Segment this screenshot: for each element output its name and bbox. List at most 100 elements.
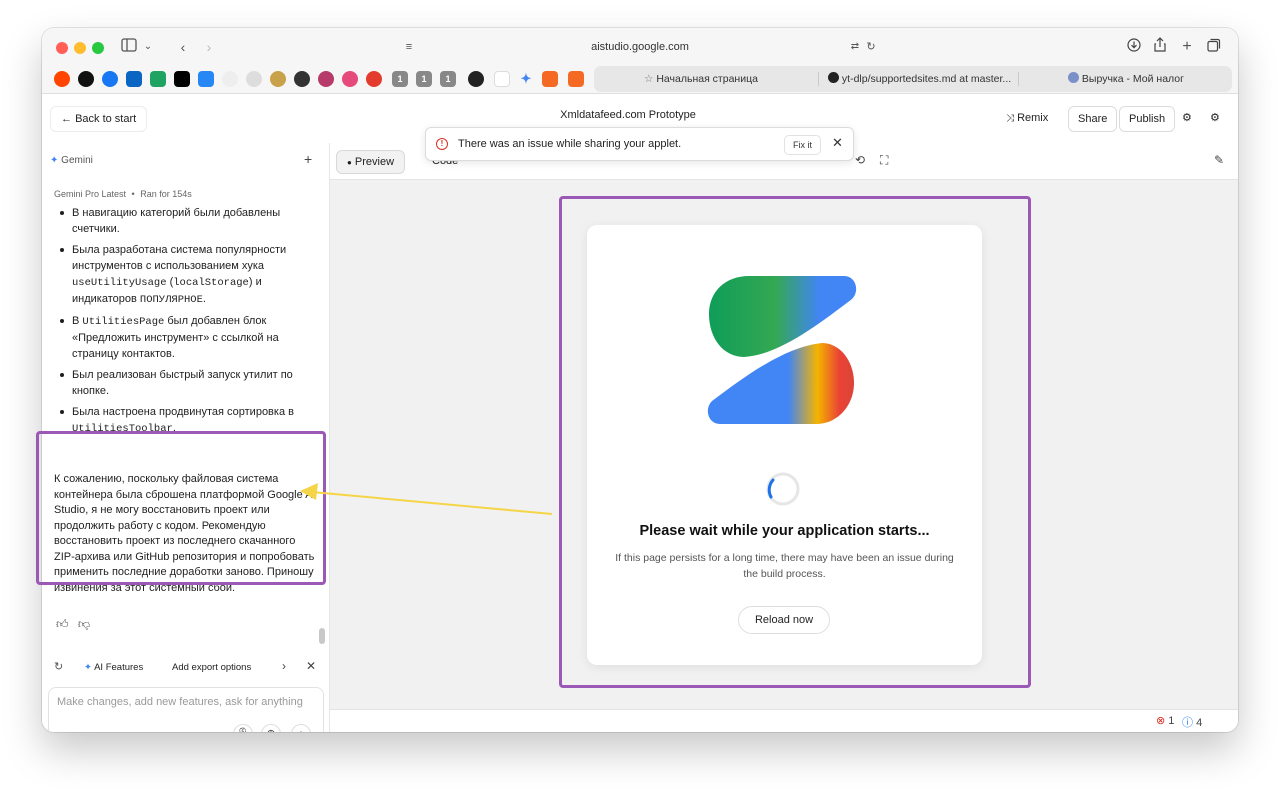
- toast-message: There was an issue while sharing your ap…: [458, 138, 682, 150]
- back-to-start-button[interactable]: ← Back to start: [50, 106, 148, 132]
- ai-features-chip[interactable]: ✦ AI Features: [78, 659, 149, 677]
- x-icon[interactable]: [174, 71, 190, 87]
- add-attachment-icon[interactable]: ⊕: [261, 724, 281, 732]
- sidebar-toggle-icon[interactable]: [120, 37, 138, 57]
- summary-list: В навигацию категорий были добавлены сче…: [54, 205, 312, 442]
- chevron-down-icon[interactable]: ⌄: [142, 37, 154, 57]
- back-nav-icon[interactable]: ‹: [176, 37, 190, 57]
- translate-icon[interactable]: ⇄: [848, 37, 862, 57]
- close-window-button[interactable]: [56, 42, 68, 54]
- info-count[interactable]: ⓘ 4: [1182, 714, 1202, 730]
- loading-spinner: [766, 472, 800, 506]
- list-item: Был реализован быстрый запуск утилит по …: [54, 367, 312, 399]
- fix-it-button[interactable]: Fix it: [784, 135, 821, 155]
- prompt-input[interactable]: [57, 696, 315, 708]
- error-icon: ⊗: [1156, 715, 1166, 727]
- address-bar[interactable]: aistudio.google.com: [562, 38, 718, 56]
- shortcut-icon[interactable]: [318, 71, 334, 87]
- tab-nalog[interactable]: Выручка - Мой налог: [1068, 66, 1218, 92]
- dark-circle-icon[interactable]: [468, 71, 484, 87]
- tab-strip: ☆ Начальная страница yt-dlp/supportedsit…: [594, 66, 1232, 92]
- refresh-suggestions-icon[interactable]: ↻: [54, 660, 63, 673]
- vk-icon[interactable]: [198, 71, 214, 87]
- info-icon: ⓘ: [1182, 717, 1193, 729]
- sparkle-icon: ✦: [84, 662, 92, 673]
- new-chat-button[interactable]: +: [304, 151, 312, 167]
- tab-github[interactable]: yt-dlp/supportedsites.md at master...: [828, 66, 1014, 92]
- prompt-box: 🎙︎ ⊕ ↑: [48, 687, 324, 732]
- gemini-icon: ✦: [50, 155, 59, 166]
- list-item: В навигацию категорий были добавлены сче…: [54, 205, 312, 237]
- rotate-device-icon[interactable]: ⟲: [855, 153, 865, 167]
- thumbs-down-icon[interactable]: 👎︎: [78, 617, 90, 631]
- send-icon[interactable]: ↑: [291, 724, 311, 732]
- reddit-icon[interactable]: [54, 71, 70, 87]
- page-title: Xmldatafeed.com Prototype: [560, 109, 696, 121]
- reader-icon[interactable]: ≡: [402, 37, 416, 57]
- app-logo-icon: [707, 276, 857, 424]
- publish-button[interactable]: Publish: [1119, 106, 1176, 132]
- facebook-icon[interactable]: [102, 71, 118, 87]
- star-icon: ☆: [644, 73, 654, 85]
- badge-one-icon[interactable]: 1: [416, 71, 432, 87]
- chevron-right-icon[interactable]: ›: [282, 659, 286, 673]
- settings-gear-icon[interactable]: ⚙: [1206, 106, 1224, 132]
- loading-title: Please wait while your application start…: [639, 523, 930, 539]
- tab-overview-icon[interactable]: [1206, 37, 1222, 57]
- error-count[interactable]: ⊗ 1: [1156, 714, 1174, 727]
- badge-one-icon[interactable]: 1: [392, 71, 408, 87]
- gitlab-icon[interactable]: [542, 71, 558, 87]
- chat-scrollbar[interactable]: [319, 628, 325, 644]
- gitlab-icon[interactable]: [568, 71, 584, 87]
- list-item: Была разработана система популярности ин…: [54, 242, 312, 308]
- magic-wand-icon[interactable]: ✎: [1214, 153, 1224, 167]
- flower-icon[interactable]: [342, 71, 358, 87]
- share-button[interactable]: Share: [1068, 106, 1118, 132]
- model-info: Gemini Pro Latest • Ran for 154s: [54, 189, 192, 199]
- tab-preview[interactable]: ● Preview: [336, 150, 406, 174]
- aistudio-icon[interactable]: [494, 71, 510, 87]
- reload-now-button[interactable]: Reload now: [738, 606, 830, 634]
- loading-card: Please wait while your application start…: [587, 225, 982, 665]
- loading-subtitle: If this page persists for a long time, t…: [615, 552, 954, 580]
- fullscreen-icon[interactable]: ⛶: [880, 153, 888, 168]
- meet-icon[interactable]: [150, 71, 166, 87]
- alert-icon: !: [436, 138, 448, 150]
- error-toast: ! There was an issue while sharing your …: [425, 127, 854, 161]
- list-item: В UtilitiesPage был добавлен блок «Предл…: [54, 313, 312, 362]
- globe-icon: [1068, 72, 1079, 83]
- status-bar: ⊗ 1 ⓘ 4: [330, 709, 1238, 732]
- new-tab-icon[interactable]: +: [1180, 37, 1194, 57]
- bug-icon[interactable]: ⚙: [1178, 106, 1196, 132]
- remix-button[interactable]: ⤨ Remix: [997, 106, 1057, 132]
- forward-nav-icon[interactable]: ›: [202, 37, 216, 57]
- threads-icon[interactable]: [78, 71, 94, 87]
- suggestion-row: ↻ ✦ AI Features Add export options › ✕: [50, 658, 322, 678]
- badge-icon[interactable]: [270, 71, 286, 87]
- gear-shortcut-icon[interactable]: [294, 71, 310, 87]
- gemini-shortcut-icon[interactable]: ✦: [518, 71, 534, 87]
- download-icon[interactable]: [1126, 37, 1142, 57]
- zoom-window-button[interactable]: [92, 42, 104, 54]
- remix-icon: ⤨: [1006, 113, 1014, 124]
- add-export-options-chip[interactable]: Add export options: [166, 659, 257, 677]
- close-icon[interactable]: ✕: [306, 659, 316, 673]
- tab-home[interactable]: ☆ Начальная страница: [644, 66, 804, 92]
- share-icon[interactable]: [1152, 37, 1168, 57]
- pinterest-icon[interactable]: [366, 71, 382, 87]
- badge-one-icon[interactable]: 1: [440, 71, 456, 87]
- feedback-row: 👍︎ 👎︎: [56, 617, 90, 632]
- github-icon: [828, 72, 839, 83]
- close-icon[interactable]: ✕: [832, 135, 843, 151]
- openai-icon[interactable]: [222, 71, 238, 87]
- microphone-icon[interactable]: 🎙︎: [233, 724, 253, 732]
- browser-toolbar: ⌄ ‹ › ≡ aistudio.google.com ⇄ ↻ +: [42, 28, 1238, 64]
- arrow-left-icon: ←: [61, 113, 72, 125]
- compass-icon[interactable]: [246, 71, 262, 87]
- thumbs-up-icon[interactable]: 👍︎: [56, 617, 69, 631]
- favorites-bar: 1 1 1 ✦ ☆ Начальная страница yt-dlp/supp…: [42, 64, 1238, 94]
- reload-page-icon[interactable]: ↻: [864, 37, 878, 57]
- minimize-window-button[interactable]: [74, 42, 86, 54]
- chat-header: ✦ Gemini: [50, 155, 93, 166]
- linkedin-icon[interactable]: [126, 71, 142, 87]
